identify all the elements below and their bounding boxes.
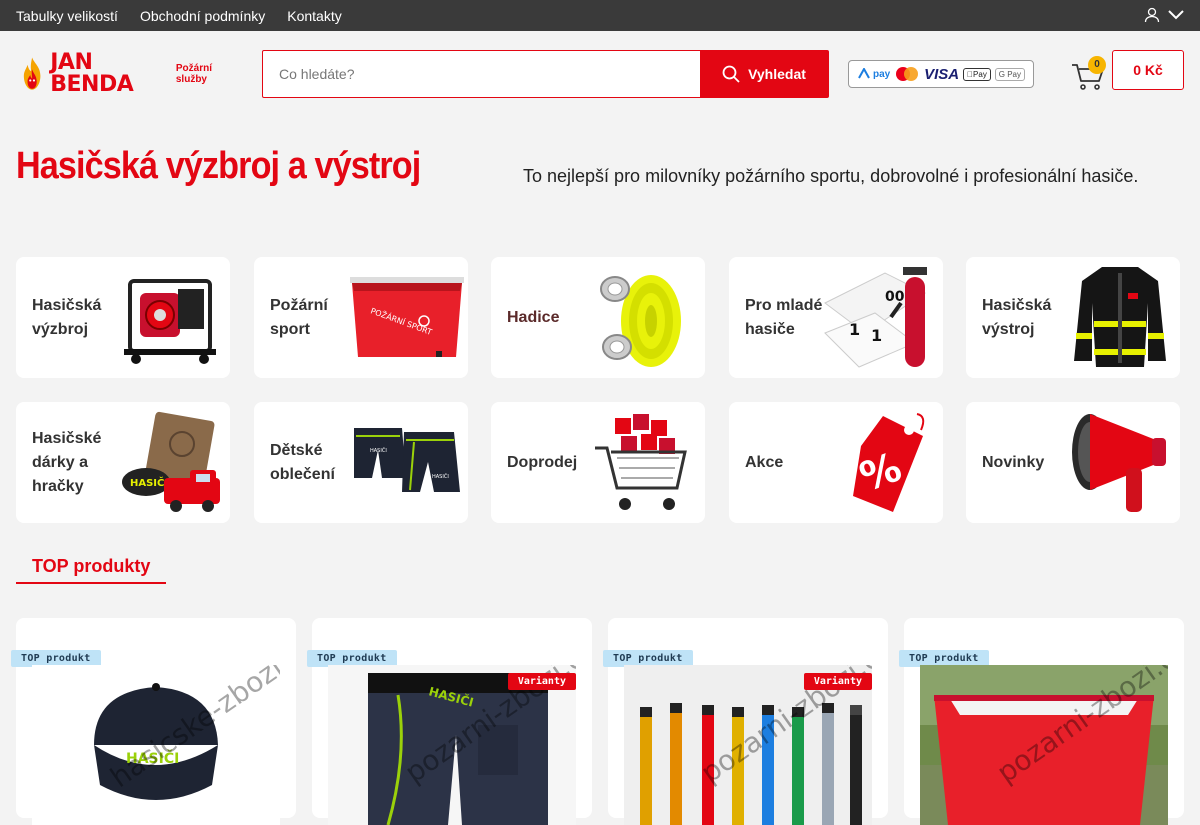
svg-text:HASIČI: HASIČI	[370, 447, 387, 454]
product-image: HASIČI hasicske-zbozi.cz	[32, 665, 280, 825]
topbar-link-size-tables[interactable]: Tabulky velikostí	[16, 8, 118, 24]
logo-name: JAN BENDA	[50, 50, 134, 97]
search-bar: Vyhledat	[262, 50, 829, 98]
category-card-hasicska-vystroj[interactable]: Hasičská výstroj	[966, 257, 1180, 378]
logo[interactable]: JAN BENDA Požární služby	[22, 50, 212, 97]
category-label: Hasičská výzbroj	[32, 296, 102, 338]
svg-text:HASIČI: HASIČI	[130, 476, 168, 489]
category-label: Novinky	[982, 453, 1045, 471]
category-label: Hadice	[507, 308, 560, 326]
category-label: Hasičská výstroj	[982, 296, 1052, 338]
search-button[interactable]: Vyhledat	[700, 51, 828, 97]
twisto-pay-icon: pay	[857, 68, 890, 80]
category-label: Doprodej	[507, 453, 578, 471]
chevron-down-icon	[1168, 10, 1184, 20]
product-card[interactable]: TOP produkt HASIČI hasicske-zbozi.cz	[11, 618, 296, 825]
product-card[interactable]: TOP produkt pozarni-zbozi.cz	[899, 618, 1184, 825]
category-label: Dětské oblečení	[270, 441, 335, 483]
category-card-hasicske-darky[interactable]: Hasičské dárky a hračky HASIČI	[16, 402, 230, 523]
product-card[interactable]: TOP produkt Varianty HASIČI pozarni-zboz…	[307, 618, 592, 825]
search-icon	[722, 65, 740, 83]
cart-count-badge: 0	[1088, 56, 1106, 74]
fire-pump-icon	[124, 279, 216, 364]
category-card-pozarni-sport[interactable]: Požární sport POŽÁRNÍ SPORT	[254, 257, 468, 378]
top-bar: Tabulky velikostí Obchodní podmínky Kont…	[0, 0, 1200, 31]
search-button-label: Vyhledat	[748, 66, 806, 82]
payment-methods: pay VISA Pay G Pay	[848, 60, 1034, 88]
category-card-hadice[interactable]: Hadice	[491, 257, 705, 378]
svg-text:00: 00	[885, 289, 905, 305]
extinguisher-icon: 1 1 00	[824, 267, 927, 368]
topbar-link-terms[interactable]: Obchodní podmínky	[140, 8, 265, 24]
svg-text:HASIČI: HASIČI	[432, 473, 449, 480]
gift-toys-icon: HASIČI	[122, 411, 220, 512]
apple-pay-icon: Pay	[963, 67, 991, 81]
page-title: Hasičská výzbroj a výstroj	[16, 145, 421, 187]
variants-badge: Varianty	[507, 673, 576, 690]
product-image: pozarni-zbozi.cz	[920, 665, 1168, 825]
page-subtitle: To nejlepší pro milovníky požárního spor…	[523, 166, 1139, 186]
category-label: Hasičské dárky a hračky	[32, 429, 102, 495]
user-icon	[1144, 7, 1160, 23]
category-card-akce[interactable]: Akce %	[729, 402, 943, 523]
category-card-detske-obleceni[interactable]: Dětské oblečení HASIČI HASIČI	[254, 402, 468, 523]
svg-text:1: 1	[849, 320, 860, 339]
category-label: Požární sport	[270, 296, 328, 338]
variants-badge: Varianty	[803, 673, 872, 690]
product-card[interactable]: TOP produkt Varianty pozarni-zbozi.cz	[603, 618, 888, 825]
google-pay-icon: G Pay	[994, 67, 1025, 81]
category-card-doprodej[interactable]: Doprodej	[491, 402, 705, 523]
mastercard-icon	[896, 67, 919, 81]
shopping-cart-sale-icon	[595, 414, 687, 510]
header: JAN BENDA Požárníslužby Vyhledat pay VIS…	[0, 31, 1200, 117]
visa-icon: VISA	[924, 65, 960, 83]
category-label: Akce	[745, 453, 784, 471]
category-card-pro-mlade-hasice[interactable]: Pro mladé hasiče 1 1 00	[729, 257, 943, 378]
fire-hose-icon	[600, 275, 681, 367]
cart-total-button[interactable]: 0 Kč	[1112, 50, 1184, 90]
percent-tag-icon: %	[853, 413, 925, 512]
svg-text:1: 1	[871, 326, 882, 345]
search-input[interactable]	[263, 51, 700, 97]
category-card-novinky[interactable]: Novinky	[966, 402, 1180, 523]
megaphone-icon	[1072, 414, 1166, 512]
kids-shorts-icon: HASIČI HASIČI	[354, 428, 460, 492]
flame-icon	[23, 57, 41, 90]
topbar-link-contacts[interactable]: Kontakty	[287, 8, 341, 24]
category-card-hasicska-vyzbroj[interactable]: Hasičská výzbroj	[16, 257, 230, 378]
top-products-heading: TOP produkty	[16, 552, 166, 584]
water-tank-icon: POŽÁRNÍ SPORT	[350, 277, 464, 357]
logo-subtitle: Požární služby	[175, 63, 212, 85]
account-menu[interactable]	[1144, 7, 1184, 23]
category-label: Pro mladé hasiče	[745, 296, 823, 338]
fire-jacket-icon	[1074, 267, 1166, 367]
